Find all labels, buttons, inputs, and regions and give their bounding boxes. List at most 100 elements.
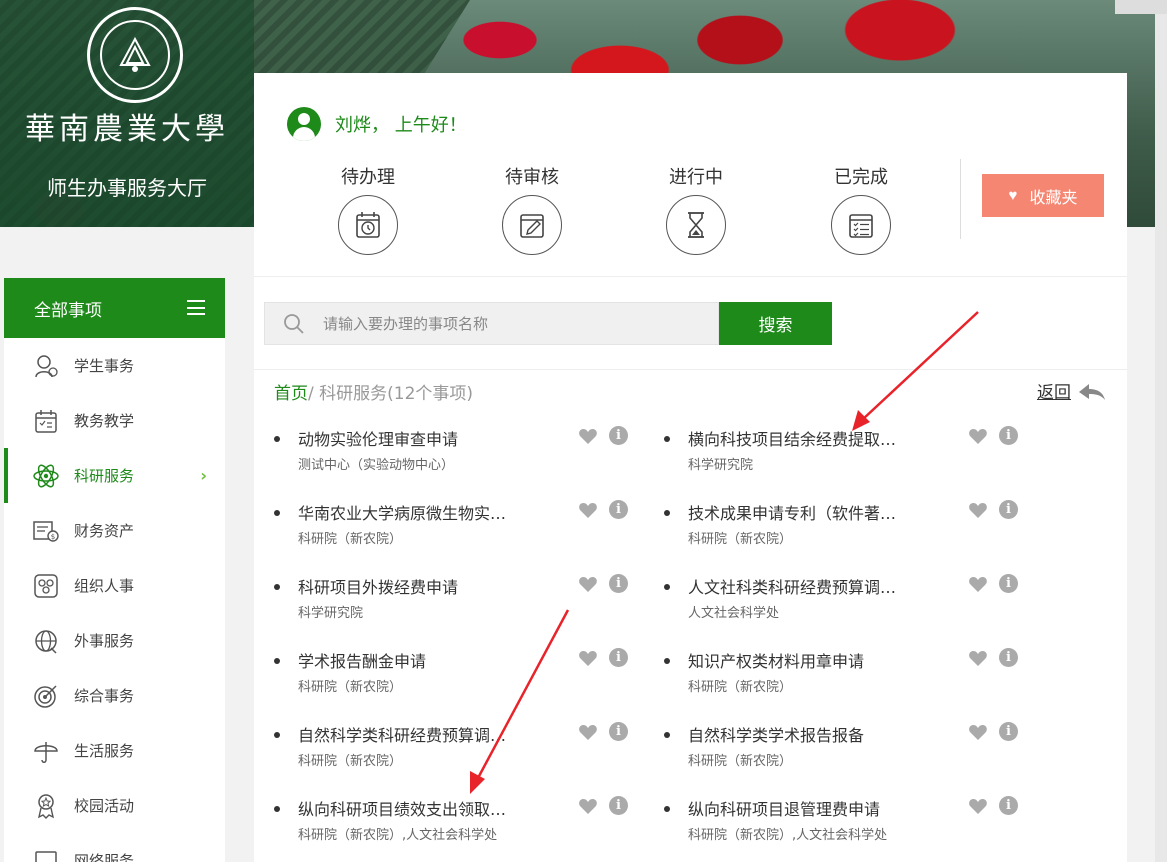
search-input[interactable] — [323, 314, 703, 333]
service-item[interactable]: 华南农业大学病原微生物实验室 科研院（新农院） i — [274, 500, 634, 574]
info-icon[interactable]: i — [609, 648, 628, 667]
sidebar-item[interactable]: 生活服务 — [4, 723, 225, 778]
hourglass-icon[interactable] — [666, 195, 726, 255]
greeting-row: 刘烨， 上午好！ — [287, 107, 467, 141]
favorite-heart-icon[interactable] — [578, 796, 598, 816]
clock-icon[interactable] — [338, 195, 398, 255]
university-emblem-icon — [100, 20, 170, 90]
service-item[interactable]: 纵向科研项目退管理费申请科研院（新农院）,人文社会科学处 i — [664, 796, 1024, 862]
status-review[interactable]: 待审核 — [487, 163, 577, 255]
service-item-title[interactable]: 动物实验伦理审查申请 — [298, 426, 508, 450]
service-item[interactable]: 学术报告酬金申请 科研院（新农院） i — [274, 648, 634, 722]
info-icon[interactable]: i — [609, 796, 628, 815]
service-item[interactable]: 纵向科研项目绩效支出领取申请 科研院（新农院）,人文社会科学处 i — [274, 796, 634, 862]
sidebar-item[interactable]: 教务教学 — [4, 393, 225, 448]
bullet — [664, 510, 670, 516]
service-item-title[interactable]: 横向科技项目结余经费提取申请 — [688, 426, 898, 450]
search-button[interactable]: 搜索 — [719, 302, 832, 345]
bullet — [274, 584, 280, 590]
favorite-heart-icon[interactable] — [968, 574, 988, 594]
info-icon[interactable]: i — [609, 574, 628, 593]
sidebar-item-label: 外事服务 — [74, 632, 135, 650]
favorite-heart-icon[interactable] — [968, 722, 988, 742]
sidebar-item[interactable]: 学生事务 — [4, 338, 225, 393]
sidebar-title: 全部事项 — [34, 300, 102, 321]
favorite-heart-icon[interactable] — [578, 648, 598, 668]
sidebar-item[interactable]: 科研服务 › — [4, 448, 225, 503]
service-item[interactable]: 自然科学类科研经费预算调整申请科研院（新农院） i — [274, 722, 634, 796]
status-completed[interactable]: 已完成 — [816, 163, 906, 255]
status-pending[interactable]: 待办理 — [323, 163, 413, 255]
university-name: 華南農業大學 — [25, 112, 229, 147]
service-item[interactable]: 横向科技项目结余经费提取申请 科学研究院 i — [664, 426, 1024, 500]
sidebar-item[interactable]: 综合事务 — [4, 668, 225, 723]
breadcrumb: 首页/ 科研服务(12个事项) — [274, 379, 473, 404]
service-item[interactable]: 科研项目外拨经费申请 科学研究院 i — [274, 574, 634, 648]
bullet — [664, 584, 670, 590]
sidebar-header[interactable]: 全部事项 — [4, 278, 225, 338]
browser-tray-icons — [1115, 0, 1167, 14]
page-scrollbar[interactable] — [1155, 0, 1167, 862]
service-item-title[interactable]: 纵向科研项目绩效支出领取申请 — [298, 796, 508, 820]
service-item[interactable]: 技术成果申请专利（软件著作权） 科研院（新农院） i — [664, 500, 1024, 574]
info-icon[interactable]: i — [999, 574, 1018, 593]
service-item-title[interactable]: 知识产权类材料用章申请 — [688, 648, 898, 672]
service-item[interactable]: 人文社科类科研经费预算调整申请人文社会科学处 i — [664, 574, 1024, 648]
favorite-heart-icon[interactable] — [968, 648, 988, 668]
favorite-heart-icon[interactable] — [968, 500, 988, 520]
back-link[interactable]: 返回 — [1037, 378, 1107, 403]
service-item-title[interactable]: 华南农业大学病原微生物实验室 — [298, 500, 508, 524]
service-item-title[interactable]: 自然科学类科研经费预算调整申请 — [298, 722, 508, 746]
favorite-heart-icon[interactable] — [578, 426, 598, 446]
favorite-heart-icon[interactable] — [968, 426, 988, 446]
avatar[interactable] — [287, 107, 321, 141]
checklist-icon[interactable] — [831, 195, 891, 255]
service-item-dept: 人文社会科学处 — [688, 606, 780, 621]
bullet — [664, 436, 670, 442]
service-item-dept: 科研院（新农院）,人文社会科学处 — [688, 828, 888, 843]
svg-text:$: $ — [51, 533, 55, 541]
service-item-title[interactable]: 自然科学类学术报告报备 — [688, 722, 898, 746]
university-logo — [87, 7, 183, 103]
medal-icon — [32, 792, 60, 820]
status-in-progress[interactable]: 进行中 — [651, 163, 741, 255]
sidebar-item[interactable]: 校园活动 — [4, 778, 225, 833]
service-item[interactable]: 动物实验伦理审查申请 测试中心（实验动物中心） i — [274, 426, 634, 500]
favorite-heart-icon[interactable] — [578, 722, 598, 742]
sidebar-item[interactable]: 外事服务 — [4, 613, 225, 668]
favorite-heart-icon[interactable] — [968, 796, 988, 816]
service-item-title[interactable]: 学术报告酬金申请 — [298, 648, 508, 672]
hamburger-menu-icon[interactable] — [187, 300, 205, 315]
service-item-title[interactable]: 技术成果申请专利（软件著作权） — [688, 500, 898, 524]
chevron-right-icon: › — [200, 466, 207, 485]
service-item-title[interactable]: 纵向科研项目退管理费申请 — [688, 796, 898, 820]
info-icon[interactable]: i — [999, 500, 1018, 519]
bullet — [664, 732, 670, 738]
info-icon[interactable]: i — [609, 500, 628, 519]
service-item[interactable]: 自然科学类学术报告报备 科研院（新农院） i — [664, 722, 1024, 796]
bullet — [274, 510, 280, 516]
heart-icon: ♥ — [1008, 187, 1018, 204]
info-icon[interactable]: i — [609, 722, 628, 741]
info-icon[interactable]: i — [999, 796, 1018, 815]
sidebar-item[interactable]: $ 财务资产 — [4, 503, 225, 558]
sidebar-item[interactable]: 组织人事 — [4, 558, 225, 613]
favorites-button[interactable]: ♥ 收藏夹 — [982, 174, 1104, 217]
service-item-title[interactable]: 人文社科类科研经费预算调整申请 — [688, 574, 898, 598]
info-icon[interactable]: i — [999, 426, 1018, 445]
edit-icon[interactable] — [502, 195, 562, 255]
favorite-heart-icon[interactable] — [578, 500, 598, 520]
info-icon[interactable]: i — [999, 722, 1018, 741]
sidebar-list: 学生事务教务教学 科研服务 › $ 财务资产 组织人事外事服务综合事务 生活服务校园活动网络… — [4, 338, 225, 862]
info-icon[interactable]: i — [999, 648, 1018, 667]
sidebar-item-label: 校园活动 — [74, 797, 135, 815]
service-item-title[interactable]: 科研项目外拨经费申请 — [298, 574, 508, 598]
bullet — [274, 806, 280, 812]
breadcrumb-home[interactable]: 首页 — [274, 384, 308, 404]
info-icon[interactable]: i — [609, 426, 628, 445]
sidebar-item[interactable]: 网络服务 — [4, 833, 225, 862]
favorite-heart-icon[interactable] — [578, 574, 598, 594]
sidebar-item-label: 学生事务 — [74, 357, 135, 375]
student-icon — [32, 352, 60, 380]
service-item[interactable]: 知识产权类材料用章申请 科研院（新农院） i — [664, 648, 1024, 722]
